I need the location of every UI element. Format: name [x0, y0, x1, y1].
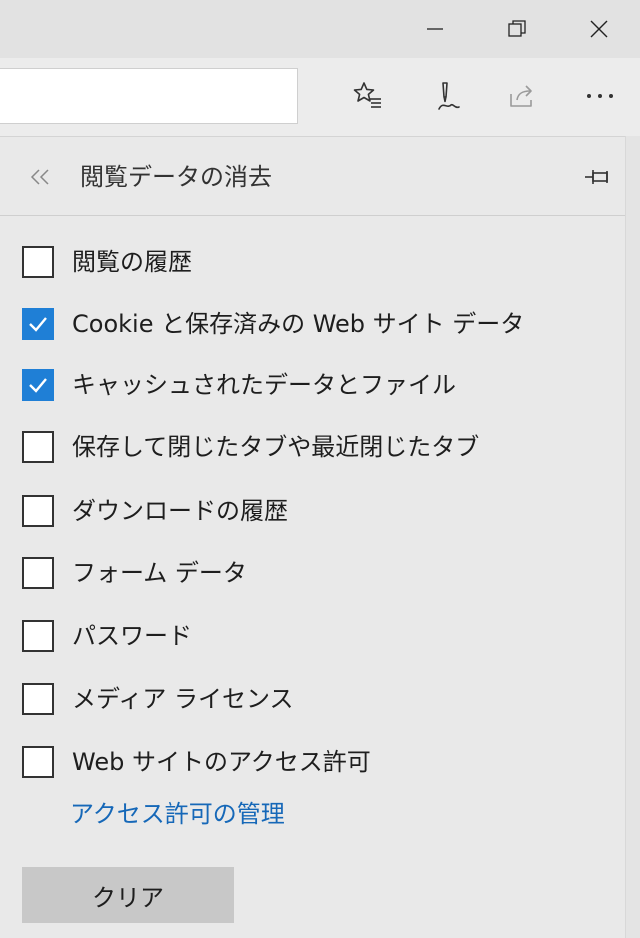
option-tabs[interactable]: 保存して閉じたタブや最近閉じたタブ — [22, 430, 479, 464]
title-bar — [0, 0, 640, 58]
option-cookies[interactable]: Cookie と保存済みの Web サイト データ — [22, 307, 524, 341]
checkbox[interactable] — [22, 495, 54, 527]
option-label: パスワード — [72, 622, 192, 650]
checkbox[interactable] — [22, 557, 54, 589]
panel-title: 閲覧データの消去 — [80, 163, 272, 191]
minimize-icon — [427, 28, 443, 30]
minimize-button[interactable] — [394, 0, 476, 58]
option-media-licenses[interactable]: メディア ライセンス — [22, 682, 293, 716]
option-label: ダウンロードの履歴 — [72, 497, 288, 525]
pen-notes-icon — [438, 82, 460, 110]
option-cache[interactable]: キャッシュされたデータとファイル — [22, 368, 456, 402]
option-download-history[interactable]: ダウンロードの履歴 — [22, 494, 288, 528]
checkbox[interactable] — [22, 431, 54, 463]
manage-permissions-link[interactable]: アクセス許可の管理 — [70, 797, 285, 831]
web-note-button[interactable] — [420, 70, 472, 122]
restore-icon — [508, 20, 526, 37]
checkbox[interactable] — [22, 308, 54, 340]
more-button[interactable] — [574, 70, 626, 122]
restore-button[interactable] — [476, 0, 558, 58]
checkbox[interactable] — [22, 246, 54, 278]
option-form-data[interactable]: フォーム データ — [22, 556, 247, 590]
more-dots-icon — [587, 94, 613, 98]
panel-scroll-edge — [625, 136, 640, 938]
checkbox[interactable] — [22, 746, 54, 778]
option-label: Cookie と保存済みの Web サイト データ — [72, 310, 525, 338]
double-chevron-left-icon — [30, 169, 49, 185]
checkbox[interactable] — [22, 369, 54, 401]
close-button[interactable] — [558, 0, 640, 58]
favorites-button[interactable] — [342, 70, 394, 122]
back-button[interactable] — [22, 159, 58, 195]
option-label: フォーム データ — [72, 559, 247, 587]
share-icon — [510, 85, 532, 107]
option-site-permissions[interactable]: Web サイトのアクセス許可 — [22, 745, 371, 779]
pin-icon — [585, 170, 608, 184]
option-label: 閲覧の履歴 — [72, 248, 192, 276]
close-icon — [590, 20, 608, 38]
address-bar[interactable] — [0, 68, 298, 124]
toolbar — [0, 58, 640, 136]
favorites-star-icon — [353, 82, 381, 108]
checkbox[interactable] — [22, 683, 54, 715]
pin-button[interactable] — [580, 159, 616, 195]
option-label: 保存して閉じたタブや最近閉じたタブ — [72, 433, 480, 461]
option-label: メディア ライセンス — [72, 685, 294, 713]
panel-header: 閲覧データの消去 — [0, 137, 625, 215]
option-passwords[interactable]: パスワード — [22, 619, 192, 653]
checkmark-icon — [29, 317, 47, 332]
share-button[interactable] — [496, 70, 548, 122]
option-browsing-history[interactable]: 閲覧の履歴 — [22, 245, 192, 279]
checkbox[interactable] — [22, 620, 54, 652]
option-label: キャッシュされたデータとファイル — [72, 371, 456, 399]
header-divider — [0, 215, 625, 216]
checkmark-icon — [29, 378, 47, 393]
option-label: Web サイトのアクセス許可 — [72, 748, 371, 776]
clear-browsing-data-panel: 閲覧データの消去 閲覧の履歴 Cookie と保存済みの Web サイト データ — [0, 136, 640, 938]
clear-button[interactable]: クリア — [22, 867, 234, 923]
